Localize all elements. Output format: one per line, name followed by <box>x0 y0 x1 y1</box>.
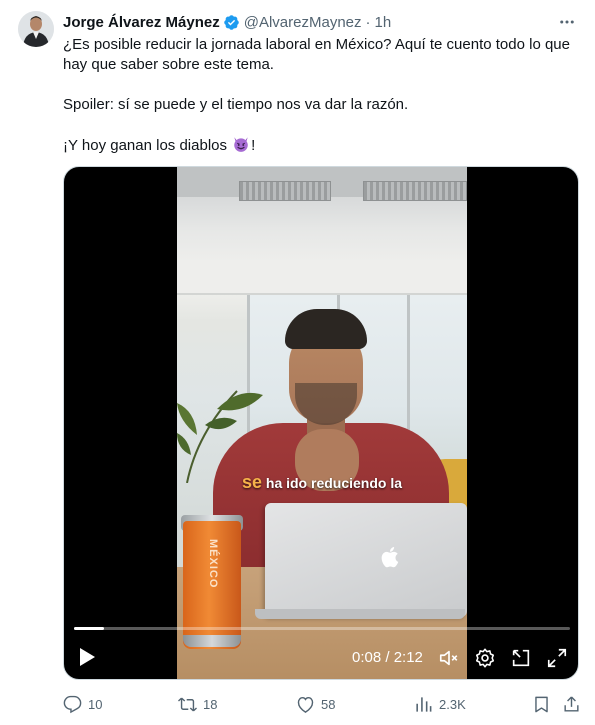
tweet-actions: 10 18 58 2.3K <box>63 692 583 716</box>
more-options-icon[interactable] <box>557 12 577 32</box>
heart-icon <box>297 696 314 713</box>
tweet-paragraph-3-text: ¡Y hoy ganan los diablos <box>63 137 232 154</box>
tweet-paragraph-3: ¡Y hoy ganan los diablos ! <box>63 135 578 156</box>
cup-text: MÉXICO <box>207 539 219 589</box>
views-icon <box>416 696 432 712</box>
views-button[interactable]: 2.3K <box>414 692 466 716</box>
repost-icon <box>178 697 197 711</box>
video-player[interactable]: MÉXICO se ha ido reduciendo la 0:08 / 2:… <box>63 166 579 680</box>
play-icon[interactable] <box>78 647 96 667</box>
laptop-base <box>255 609 465 619</box>
person-hair <box>285 309 367 349</box>
tweet-paragraph-1: ¿Es posible reducir la jornada laboral e… <box>63 36 570 73</box>
air-vent <box>363 181 467 201</box>
reply-icon <box>63 695 82 713</box>
smiling-devil-emoji-icon <box>232 135 250 153</box>
video-caption: se ha ido reduciendo la <box>177 472 467 493</box>
repost-button[interactable]: 18 <box>178 692 217 716</box>
tweet-header: Jorge Álvarez Máynez @AlvarezMaynez · 1h <box>63 12 577 32</box>
settings-icon[interactable] <box>474 647 496 669</box>
air-vent <box>239 181 331 201</box>
tweet-paragraph-2: Spoiler: sí se puede y el tiempo nos va … <box>63 96 409 113</box>
laptop <box>265 503 467 617</box>
tweet-text: ¿Es posible reducir la jornada laboral e… <box>63 35 578 176</box>
author-name[interactable]: Jorge Álvarez Máynez <box>63 14 220 31</box>
ceiling-beam <box>177 263 467 295</box>
author-handle[interactable]: @AlvarezMaynez <box>244 14 362 31</box>
tweet: Jorge Álvarez Máynez @AlvarezMaynez · 1h… <box>0 0 595 725</box>
reply-button[interactable]: 10 <box>63 692 102 716</box>
share-icon <box>564 696 579 712</box>
video-frame[interactable]: MÉXICO se ha ido reduciendo la <box>177 167 467 679</box>
like-button[interactable]: 58 <box>296 692 335 716</box>
bookmark-button[interactable] <box>532 692 557 716</box>
separator-dot: · <box>365 13 371 31</box>
tweet-time[interactable]: 1h <box>375 14 392 31</box>
avatar[interactable] <box>18 11 54 47</box>
reply-count: 10 <box>88 696 103 712</box>
mute-icon[interactable] <box>438 647 460 669</box>
bookmark-icon <box>535 696 548 712</box>
fullscreen-icon[interactable] <box>546 647 568 669</box>
video-controls: 0:08 / 2:12 <box>64 641 578 675</box>
caption-highlight: se <box>241 472 262 492</box>
tweet-paragraph-3-end: ! <box>251 137 256 154</box>
verified-badge-icon <box>223 14 240 31</box>
apple-logo-icon <box>381 547 399 568</box>
share-button[interactable] <box>562 692 587 716</box>
repost-count: 18 <box>203 696 218 712</box>
caption-text: ha ido reduciendo la <box>262 475 403 491</box>
like-count: 58 <box>321 696 336 712</box>
video-progress-bar[interactable] <box>74 627 570 630</box>
picture-in-picture-icon[interactable] <box>510 647 532 669</box>
views-count: 2.3K <box>439 696 466 712</box>
video-progress-fill <box>74 627 104 630</box>
video-time: 0:08 / 2:12 <box>352 649 423 666</box>
